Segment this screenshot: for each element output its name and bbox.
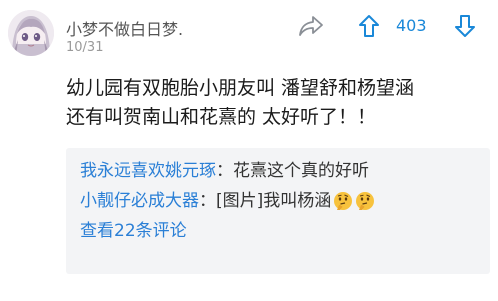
post-body-line: 还有叫贺南山和花熹的 太好听了！！ <box>66 106 377 128</box>
vote-count: 403 <box>396 16 427 35</box>
post-body: 幼儿园有双胞胎小朋友叫 潘望舒和杨望涵 还有叫贺南山和花熹的 太好听了！！ <box>66 74 486 132</box>
thinking-face-emoji-icon <box>334 192 353 210</box>
down-arrow-icon <box>455 15 475 37</box>
reply-author[interactable]: 我永远喜欢姚元琢 <box>80 156 216 186</box>
up-arrow-icon <box>359 15 379 37</box>
upvote-button[interactable] <box>356 12 382 40</box>
anime-girl-avatar-icon <box>8 10 54 56</box>
avatar[interactable] <box>8 10 54 56</box>
share-arrow-icon <box>299 16 323 36</box>
username[interactable]: 小梦不做白日梦. <box>66 16 183 40</box>
reply-text: [图片]我叫杨涵 <box>216 191 332 211</box>
post-body-line: 幼儿园有双胞胎小朋友叫 潘望舒和杨望涵 <box>66 77 415 99</box>
reply-separator: ： <box>216 161 233 181</box>
share-button[interactable] <box>296 12 326 40</box>
reply-author[interactable]: 小靓仔必成大器 <box>80 186 199 216</box>
view-all-comments-link[interactable]: 查看22条评论 <box>80 216 476 246</box>
downvote-button[interactable] <box>452 12 478 40</box>
post-date: 10/31 <box>66 40 104 55</box>
thinking-face-emoji-icon <box>356 192 375 210</box>
reply-separator: ： <box>199 191 216 211</box>
reply-preview-box[interactable]: 我永远喜欢姚元琢 ： 花熹这个真的好听 小靓仔必成大器 ： [图片]我叫杨涵 查… <box>66 148 490 274</box>
reply-item[interactable]: 我永远喜欢姚元琢 ： 花熹这个真的好听 <box>80 156 476 186</box>
reply-item[interactable]: 小靓仔必成大器 ： [图片]我叫杨涵 <box>80 186 476 216</box>
reply-text: 花熹这个真的好听 <box>233 161 369 181</box>
